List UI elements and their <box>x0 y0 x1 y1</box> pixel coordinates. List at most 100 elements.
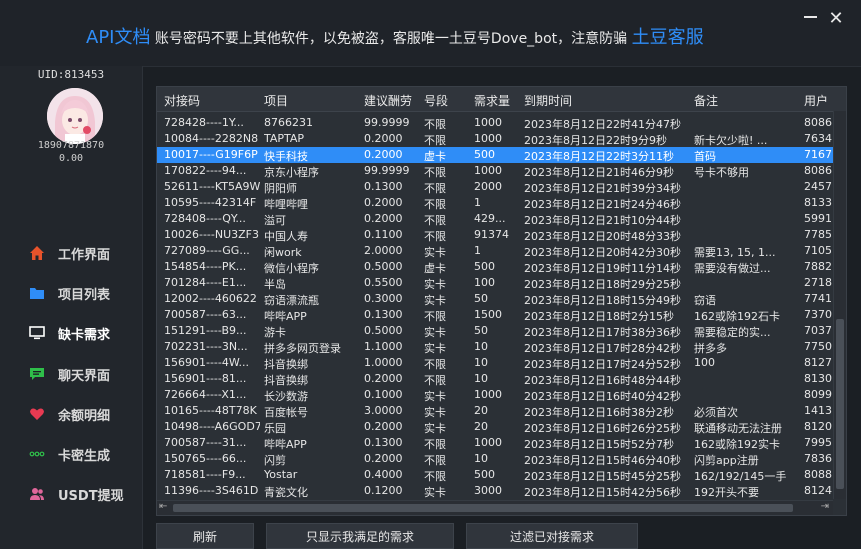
only-mine-button[interactable]: 只显示我满足的需求 <box>266 523 454 549</box>
table-cell: 不限 <box>424 118 446 131</box>
nav-card-generate[interactable]: 卡密生成 <box>28 440 142 468</box>
nav-chat[interactable]: 聊天界面 <box>28 360 142 388</box>
table-row[interactable]: 11396----3S461D 青瓷文化 0.1200 实卡 3000 2023年8月12… <box>157 483 833 499</box>
col-header-note[interactable]: 备注 <box>694 92 718 109</box>
refresh-button[interactable]: 刷新 <box>156 523 254 549</box>
table-row[interactable]: 156901----4W... 抖音换绑 1.0000 不限 10 2023年8月12日1… <box>157 355 833 371</box>
table-cell: 游卡 <box>264 326 286 339</box>
table-cell: 1000 <box>474 436 502 449</box>
table-row[interactable]: 728408----QY... 溢可 0.2000 不限 429... 2023年8月12… <box>157 211 833 227</box>
table-row[interactable]: 727089----GG... 闲work 2.0000 实卡 1 2023年8月12日2… <box>157 243 833 259</box>
scroll-right-icon[interactable]: ⇥ <box>821 501 829 512</box>
nav-label: 缺卡需求 <box>58 327 111 343</box>
table-cell: 2023年8月12日15时46分40秒 <box>524 454 681 467</box>
table-cell: 2023年8月12日22时41分47秒 <box>524 118 681 131</box>
vertical-scroll-thumb[interactable] <box>836 319 844 489</box>
col-header-reward[interactable]: 建议酬劳 <box>364 92 412 109</box>
table-row[interactable]: 12002----460622 窃语漂流瓶 0.3000 实卡 50 2023年8月12日… <box>157 291 833 307</box>
demand-table[interactable]: 对接码 项目 建议酬劳 号段 需求量 到期时间 备注 用户 728428----… <box>156 86 847 516</box>
table-cell: 哔哔APP <box>264 438 307 451</box>
horizontal-scrollbar[interactable]: ⇤ ⇥ <box>157 500 833 515</box>
table-cell: 701284----E1... <box>164 276 247 289</box>
table-cell: 0.1300 <box>364 308 403 321</box>
table-cell: 8124 <box>804 484 832 497</box>
table-cell: 闪剪app注册 <box>694 454 759 467</box>
filter-done-button[interactable]: 过滤已对接需求 <box>466 523 638 549</box>
table-cell: 闪剪 <box>264 454 286 467</box>
table-row[interactable]: 700587----63... 哔哔APP 0.1300 不限 1500 2023年8月1… <box>157 307 833 323</box>
col-header-quantity[interactable]: 需求量 <box>474 92 510 109</box>
table-cell: 10026----NU3ZF3 <box>164 228 260 241</box>
table-cell: 2023年8月12日16时26分25秒 <box>524 422 681 435</box>
table-cell: 156901----81... <box>164 372 247 385</box>
col-header-code[interactable]: 对接码 <box>164 92 200 109</box>
table-row[interactable]: 702231----3N... 拼多多网页登录 1.1000 实卡 10 2023年8月1… <box>157 339 833 355</box>
table-row[interactable]: 10026----NU3ZF3 中国人寿 0.1100 不限 91374 2023年8月1… <box>157 227 833 243</box>
nav-usdt-withdraw[interactable]: USDT提现 <box>28 480 142 508</box>
table-row[interactable]: 728428----1Y... 8766231 99.9999 不限 1000 2023年… <box>157 115 833 131</box>
table-row[interactable]: 10084----2282N8 TAPTAP 0.2000 不限 1000 2023年8月… <box>157 131 833 147</box>
table-row[interactable]: 10165----48T78K 百度帐号 3.0000 实卡 20 2023年8月12日1… <box>157 403 833 419</box>
nav-projects[interactable]: 项目列表 <box>28 279 142 307</box>
table-cell: 2023年8月12日22时9分9秒 <box>524 134 667 147</box>
nav-shortage[interactable]: 缺卡需求 <box>28 319 142 347</box>
table-cell: 2023年8月12日15时45分25秒 <box>524 470 681 483</box>
table-row[interactable]: 52611----KT5A9W 阴阳师 0.1300 不限 2000 2023年8月12日… <box>157 179 833 195</box>
col-header-expiry[interactable]: 到期时间 <box>524 92 572 109</box>
close-button[interactable]: ✕ <box>827 10 845 28</box>
table-row[interactable]: 10498----A6GOD7 乐园 0.2000 实卡 20 2023年8月12日16时… <box>157 419 833 435</box>
table-row[interactable]: 170822----94... 京东小程序 99.9999 不限 1000 2023年8月… <box>157 163 833 179</box>
support-link[interactable]: 土豆客服 <box>632 27 704 48</box>
table-cell: 窃语漂流瓶 <box>264 294 319 307</box>
table-cell: 2023年8月12日21时46分9秒 <box>524 166 674 179</box>
table-cell: 不限 <box>424 310 446 323</box>
scroll-left-icon[interactable]: ⇤ <box>159 501 167 512</box>
nav-balance[interactable]: 余额明细 <box>28 400 142 428</box>
table-row[interactable]: 700587----31... 哔哔APP 0.1300 不限 1000 2023年8月1… <box>157 435 833 451</box>
table-cell: 7370 <box>804 308 832 321</box>
table-cell: 首码 <box>694 150 716 163</box>
table-row[interactable]: 156901----81... 抖音换绑 0.2000 不限 10 2023年8月12日1… <box>157 371 833 387</box>
vertical-scrollbar[interactable] <box>833 111 846 499</box>
nav-work[interactable]: 工作界面 <box>28 239 142 267</box>
table-row[interactable]: 150765----66... 闪剪 0.2000 不限 10 2023年8月12日15时… <box>157 451 833 467</box>
col-header-segment[interactable]: 号段 <box>424 92 448 109</box>
col-header-project[interactable]: 项目 <box>264 92 288 109</box>
table-row[interactable]: 701284----E1... 半岛 0.5500 实卡 100 2023年8月12日18… <box>157 275 833 291</box>
table-cell: TAPTAP <box>264 132 305 145</box>
table-cell: 156901----4W... <box>164 356 249 369</box>
table-cell: 半岛 <box>264 278 286 291</box>
table-cell: 2023年8月12日15时42分56秒 <box>524 486 681 499</box>
table-cell: 闲work <box>264 246 302 259</box>
table-cell: 0.5000 <box>364 260 403 273</box>
table-cell: 162或除192实卡 <box>694 438 780 451</box>
table-body: 728428----1Y... 8766231 99.9999 不限 1000 2023年… <box>157 115 833 499</box>
minimize-button[interactable] <box>804 16 817 18</box>
table-cell: 2457 <box>804 180 832 193</box>
table-cell: 2023年8月12日17时28分42秒 <box>524 342 681 355</box>
table-cell: 拼多多网页登录 <box>264 342 341 355</box>
sidebar: UID:813453 18907871870 0.00 工作界面 项目列表 缺卡… <box>0 66 143 549</box>
table-cell: 不限 <box>424 230 446 243</box>
api-doc-link[interactable]: API文档 <box>86 27 150 48</box>
table-cell: 500 <box>474 468 495 481</box>
col-header-user[interactable]: 用户 <box>804 92 828 109</box>
table-row[interactable]: 10595----42314F 哔哩哔哩 0.2000 不限 1 2023年8月12日21… <box>157 195 833 211</box>
table-cell: 实卡 <box>424 486 446 499</box>
table-cell: 8133 <box>804 196 832 209</box>
table-row[interactable]: 726664----X1... 长沙数游 0.1000 实卡 1000 2023年8月12… <box>157 387 833 403</box>
table-cell: 8127 <box>804 356 832 369</box>
table-row[interactable]: 10017----G19F6P 快手科技 0.2000 虚卡 500 2023年8月12日… <box>157 147 833 163</box>
table-cell: 2023年8月12日16时48分44秒 <box>524 374 681 387</box>
table-cell: 实卡 <box>424 326 446 339</box>
table-row[interactable]: 154854----PK... 微信小程序 0.5000 虚卡 500 2023年8月12… <box>157 259 833 275</box>
table-header: 对接码 项目 建议酬劳 号段 需求量 到期时间 备注 用户 <box>157 87 846 112</box>
table-cell: 500 <box>474 260 495 273</box>
horizontal-scroll-thumb[interactable] <box>173 504 793 512</box>
table-cell: 虚卡 <box>424 262 446 275</box>
table-cell: 7167 <box>804 148 832 161</box>
table-cell: 91374 <box>474 228 509 241</box>
table-cell: 乐园 <box>264 422 286 435</box>
table-row[interactable]: 718581----F9... Yostar 0.4000 不限 500 2023年8月1… <box>157 467 833 483</box>
table-row[interactable]: 151291----B9... 游卡 0.5000 实卡 50 2023年8月12日17时… <box>157 323 833 339</box>
